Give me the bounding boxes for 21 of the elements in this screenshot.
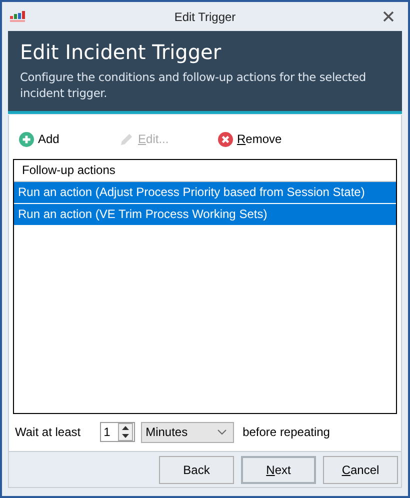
plus-circle-icon: [19, 132, 34, 146]
chevron-down-icon: [216, 429, 227, 435]
unit-dropdown[interactable]: Minutes: [140, 422, 234, 442]
list-row[interactable]: Run an action (Adjust Process Priority based from Session State): [14, 182, 396, 204]
x-circle-icon: [218, 132, 233, 146]
repeat-suffix-label: before repeating: [242, 425, 330, 439]
wait-label: Wait at least: [15, 425, 81, 439]
add-button[interactable]: Add: [13, 132, 113, 146]
close-icon[interactable]: [383, 11, 394, 22]
pencil-icon: [119, 132, 134, 146]
dialog-button[interactable]: Cancel: [323, 456, 398, 484]
header-description: Configure the conditions and follow-up actions for the selected incident trigger.: [20, 69, 367, 101]
bar-chart-icon: [10, 10, 26, 22]
dialog-button[interactable]: Next: [241, 456, 316, 484]
header-title: Edit Incident Trigger: [20, 40, 222, 64]
dialog-button[interactable]: Back: [159, 456, 234, 484]
spin-arrows-icon[interactable]: [118, 423, 133, 441]
number-spinner[interactable]: 1: [100, 422, 135, 442]
window-title: Edit Trigger: [174, 10, 236, 24]
list-row[interactable]: Run an action (VE Trim Process Working Sets): [14, 204, 396, 226]
remove-button[interactable]: Remove: [212, 132, 282, 146]
